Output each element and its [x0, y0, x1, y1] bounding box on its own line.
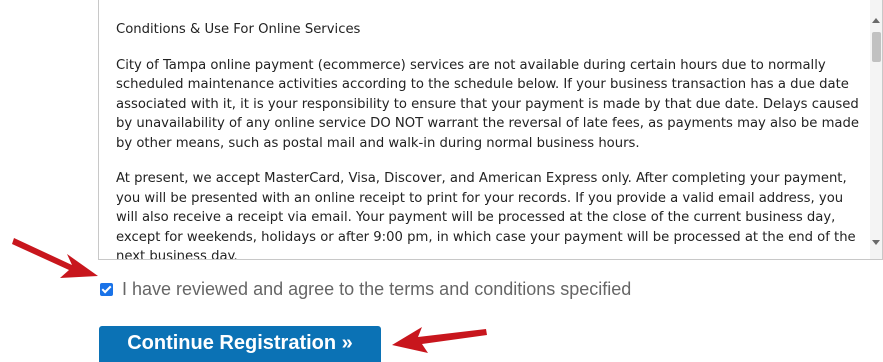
agreement-row[interactable]: I have reviewed and agree to the terms a… — [100, 278, 631, 300]
agree-checkbox-label[interactable]: I have reviewed and agree to the terms a… — [122, 279, 631, 300]
chevron-down-icon[interactable] — [872, 240, 880, 245]
chevron-up-icon[interactable] — [872, 18, 880, 23]
terms-title: Conditions & Use For Online Services — [116, 22, 361, 37]
terms-paragraph: At present, we accept MasterCard, Visa, … — [116, 171, 856, 260]
terms-paragraph: City of Tampa online payment (ecommerce)… — [116, 57, 859, 151]
terms-content: Conditions & Use For Online Services Cit… — [116, 20, 861, 260]
agree-checkbox[interactable] — [100, 282, 113, 296]
red-arrow-icon — [12, 238, 98, 278]
terms-scrollbar[interactable] — [870, 0, 882, 259]
red-arrow-icon — [392, 327, 487, 353]
scrollbar-thumb[interactable] — [872, 32, 881, 62]
terms-scroll-box[interactable]: Conditions & Use For Online Services Cit… — [98, 0, 883, 260]
continue-registration-button[interactable]: Continue Registration » — [99, 326, 381, 362]
